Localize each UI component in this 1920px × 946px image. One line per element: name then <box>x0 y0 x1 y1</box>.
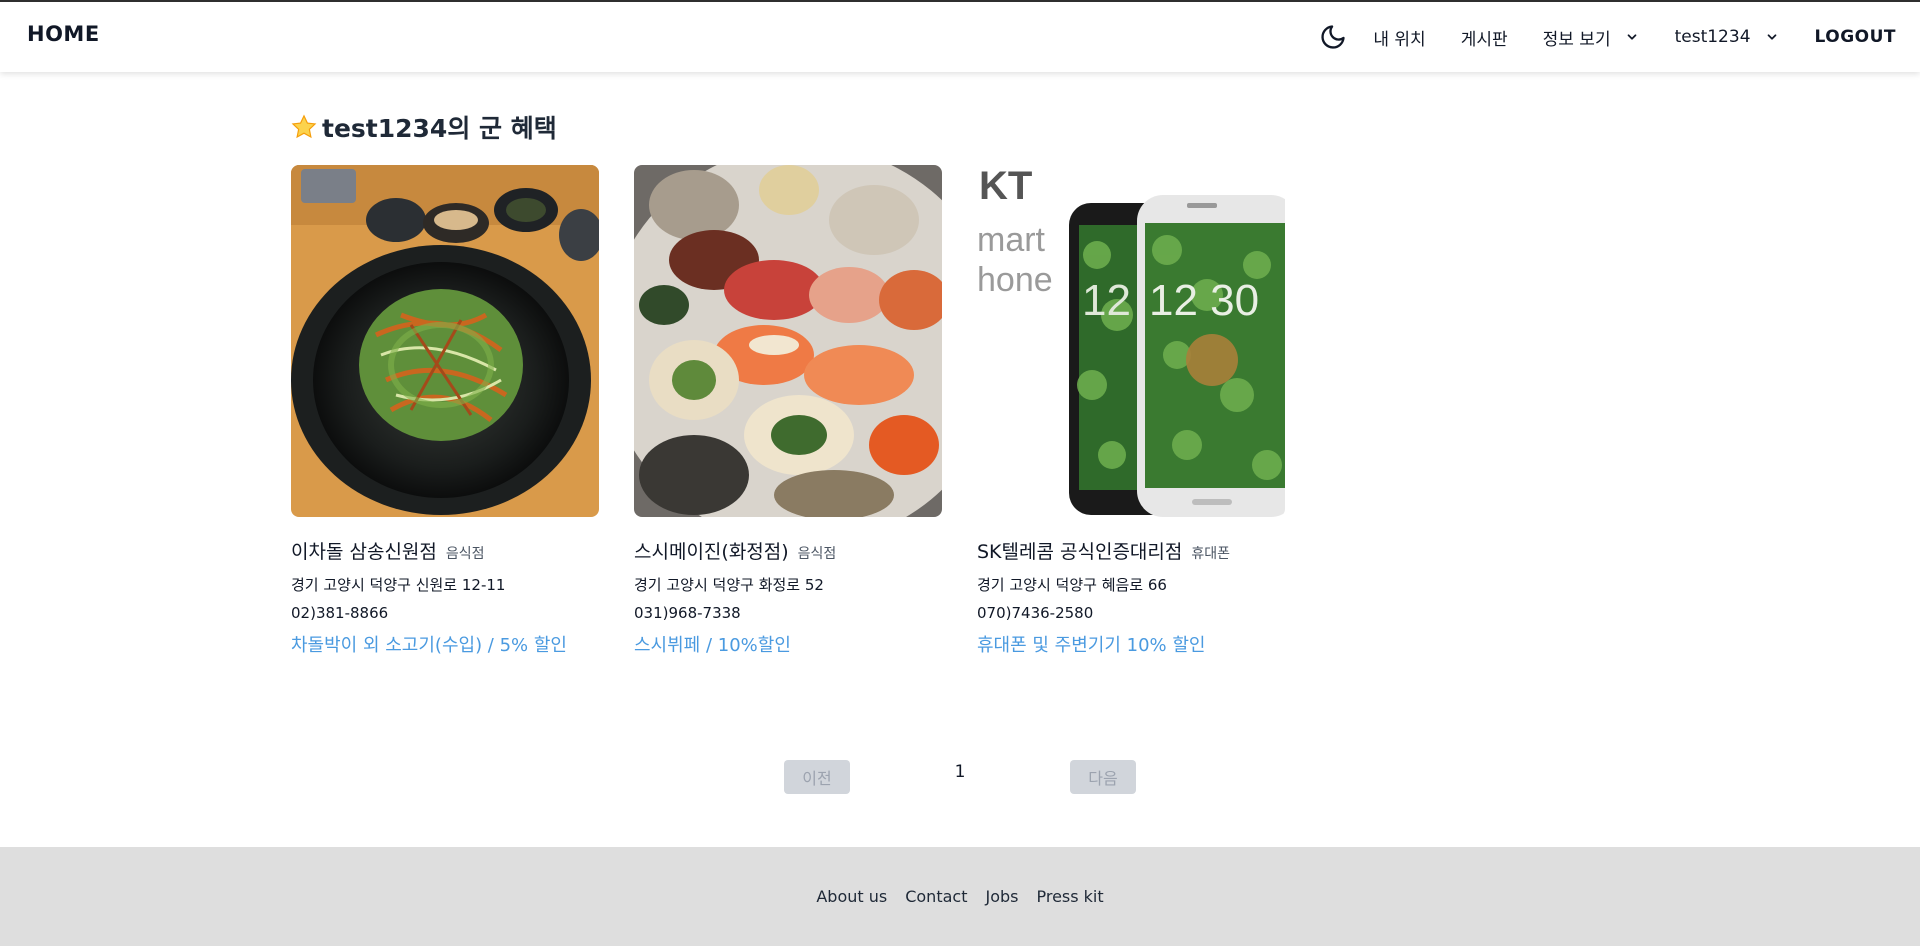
store-benefit[interactable]: 휴대폰 및 주변기기 10% 할인 <box>977 631 1285 657</box>
footer-link-about[interactable]: About us <box>816 887 887 906</box>
page-title: test1234의 군 혜택 <box>290 109 557 145</box>
chevron-down-icon <box>1625 30 1639 44</box>
store-category: 음식점 <box>797 546 837 562</box>
page-number[interactable]: 1 <box>950 762 970 782</box>
store-phone: 070)7436-2580 <box>977 604 1094 622</box>
nav-my-location[interactable]: 내 위치 <box>1373 25 1425 50</box>
footer-link-contact[interactable]: Contact <box>905 887 967 906</box>
star-icon <box>290 113 318 141</box>
store-image[interactable] <box>291 165 599 517</box>
nav-info-label: 정보 보기 <box>1542 29 1611 50</box>
store-image[interactable] <box>634 165 942 517</box>
benefit-card[interactable]: KT mart hone 12 12 30 SK텔레콤 공식인증대리점 휴대폰 … <box>977 165 1285 657</box>
home-link[interactable]: HOME <box>27 22 100 46</box>
footer-link-jobs[interactable]: Jobs <box>985 887 1018 906</box>
store-address: 경기 고양시 덕양구 혜음로 66 <box>977 576 1167 594</box>
logout-button[interactable]: LOGOUT <box>1815 27 1896 47</box>
store-image[interactable]: KT mart hone 12 12 30 <box>977 165 1285 517</box>
nav-user-dropdown[interactable]: test1234 <box>1675 27 1779 47</box>
store-phone: 02)381-8866 <box>291 604 389 622</box>
svg-text:12: 12 <box>1082 276 1131 325</box>
svg-text:hone: hone <box>977 261 1053 299</box>
store-benefit[interactable]: 스시뷔페 / 10%할인 <box>634 631 942 657</box>
footer: About us Contact Jobs Press kit <box>0 847 1920 946</box>
store-name[interactable]: 스시메이진(화정점) <box>634 537 789 564</box>
store-category: 휴대폰 <box>1191 546 1231 562</box>
store-address: 경기 고양시 덕양구 신원로 12-11 <box>291 576 506 594</box>
store-name[interactable]: SK텔레콤 공식인증대리점 <box>977 537 1182 564</box>
nav-user-label: test1234 <box>1674 27 1751 47</box>
prev-page-button[interactable]: 이전 <box>784 760 850 794</box>
svg-text:mart: mart <box>977 221 1046 259</box>
benefit-card[interactable]: 스시메이진(화정점) 음식점 경기 고양시 덕양구 화정로 52 031)968… <box>634 165 942 657</box>
store-benefit[interactable]: 차돌박이 외 소고기(수입) / 5% 할인 <box>291 631 599 657</box>
svg-text:KT: KT <box>979 165 1032 208</box>
store-name[interactable]: 이차돌 삼송신원점 <box>291 537 437 564</box>
page-title-text: test1234의 군 혜택 <box>322 114 557 143</box>
chevron-down-icon <box>1765 30 1779 44</box>
benefit-card[interactable]: 이차돌 삼송신원점 음식점 경기 고양시 덕양구 신원로 12-11 02)38… <box>291 165 599 657</box>
store-category: 음식점 <box>445 546 485 562</box>
footer-link-press-kit[interactable]: Press kit <box>1036 887 1103 906</box>
next-page-button[interactable]: 다음 <box>1070 760 1136 794</box>
store-phone: 031)968-7338 <box>634 604 741 622</box>
moon-icon[interactable] <box>1319 23 1347 51</box>
store-address: 경기 고양시 덕양구 화정로 52 <box>634 576 824 594</box>
nav-board[interactable]: 게시판 <box>1461 25 1508 50</box>
nav-info-dropdown[interactable]: 정보 보기 <box>1543 25 1639 50</box>
nav-menu: 내 위치 게시판 정보 보기 test1234 LOGOUT <box>1319 2 1896 72</box>
top-navbar: HOME 내 위치 게시판 정보 보기 test1234 LOGOUT <box>0 0 1920 72</box>
pagination: 이전 1 다음 <box>0 760 1920 796</box>
svg-text:12 30: 12 30 <box>1149 276 1259 325</box>
